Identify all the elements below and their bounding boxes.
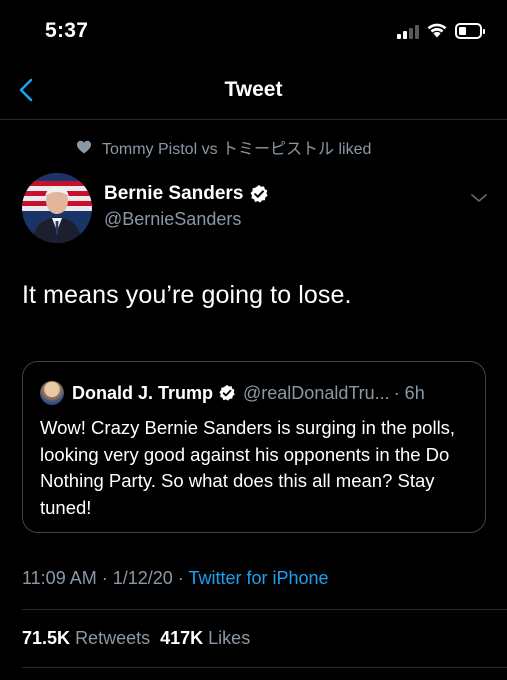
tweet-timestamp: 11:09 AM · 1/12/20 · [22,568,184,588]
retweets-stat[interactable]: 71.5K Retweets [22,628,150,648]
quoted-tweet-header: Donald J. Trump @realDonaldTru... · 6h [40,381,425,405]
likes-stat[interactable]: 417K Likes [160,628,250,648]
quoted-avatar [40,381,64,405]
heart-icon [77,140,91,154]
battery-icon [455,23,485,39]
avatar-image [22,173,92,243]
caret-down-icon[interactable] [470,192,488,204]
quoted-tweet[interactable]: Donald J. Trump @realDonaldTru... · 6h W… [22,361,486,533]
wifi-icon [427,23,447,38]
divider [22,609,507,610]
retweets-count: 71.5K [22,628,71,648]
social-context[interactable]: Tommy Pistol vs トミーピストル liked [76,135,371,159]
retweets-label: Retweets [75,628,151,648]
author-name[interactable]: Bernie Sanders [104,183,243,205]
signal-icon [397,25,421,39]
tweet-stats: 71.5K Retweets 417K Likes [22,628,250,649]
tweet-text: It means you’re going to lose. [22,281,352,309]
social-context-text: Tommy Pistol vs トミーピストル liked [102,141,372,158]
verified-badge-icon [219,384,235,401]
tweet-author[interactable]: Bernie Sanders @BernieSanders [104,183,269,230]
likes-label: Likes [208,628,251,648]
quoted-time: · 6h [393,382,425,403]
likes-count: 417K [160,628,204,648]
quoted-author-name: Donald J. Trump [72,382,214,403]
status-time: 5:37 [45,19,89,42]
tweet-meta: 11:09 AM · 1/12/20 · Twitter for iPhone [22,568,329,589]
author-handle[interactable]: @BernieSanders [104,209,269,230]
avatar[interactable] [22,173,92,243]
status-bar: 5:37 [0,0,507,60]
quoted-author-handle: @realDonaldTru... [243,382,390,403]
tweet-source-link[interactable]: Twitter for iPhone [188,568,328,588]
nav-bar: Tweet [0,60,507,120]
page-title: Tweet [224,78,283,101]
divider [22,667,507,668]
quoted-tweet-text: Wow! Crazy Bernie Sanders is surging in … [40,417,456,518]
verified-badge-icon [250,185,269,203]
